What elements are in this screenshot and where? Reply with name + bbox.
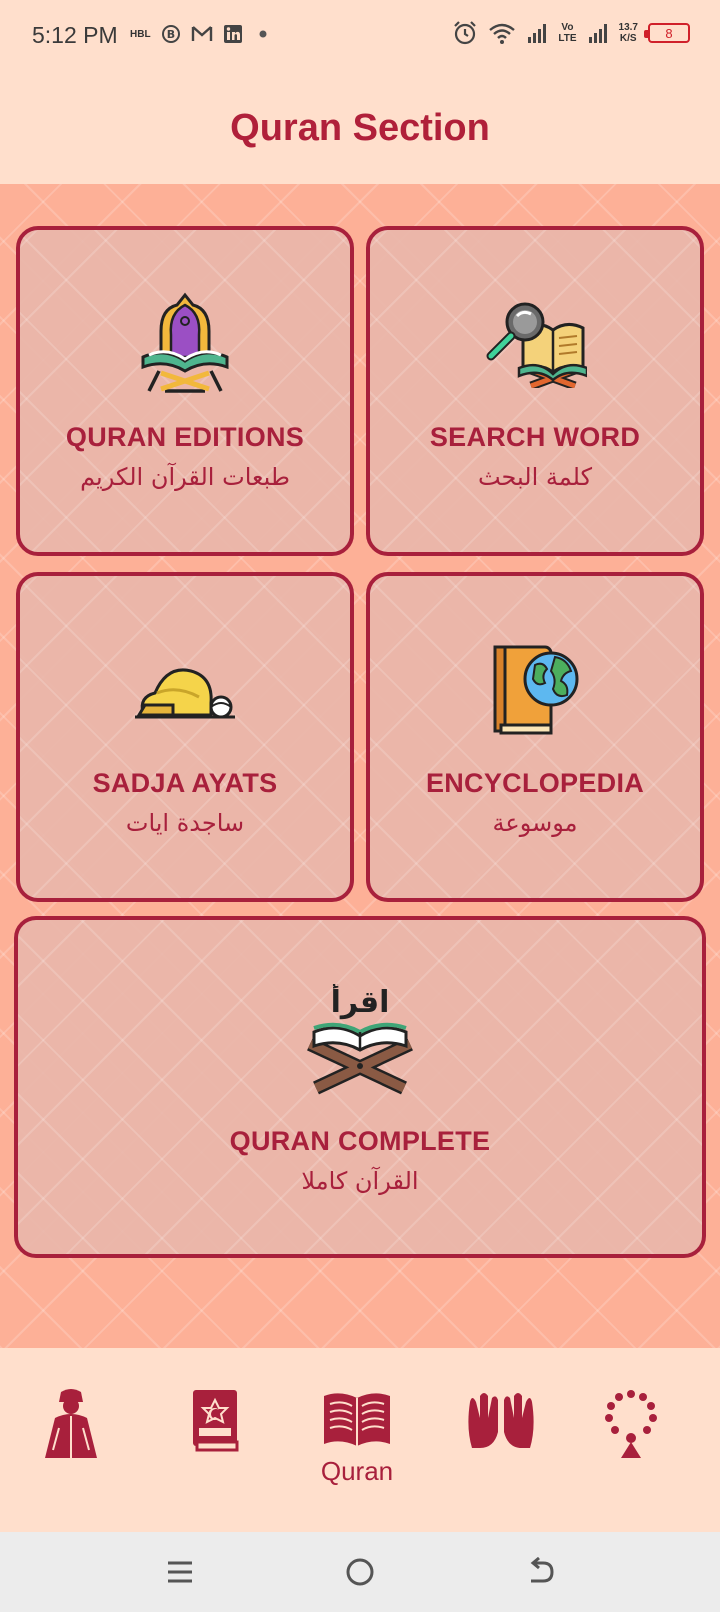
dua-hands-icon xyxy=(468,1393,534,1448)
quran-editions-card[interactable]: QURAN EDITIONS طبعات القرآن الكريم xyxy=(16,226,354,556)
nav-item-tasbih[interactable] xyxy=(586,1388,676,1508)
main-content: QURAN EDITIONS طبعات القرآن الكريم SEARC… xyxy=(0,184,720,1348)
quran-stand-icon xyxy=(130,288,240,398)
nav-label-quran: Quran xyxy=(320,1456,394,1486)
gmail-icon xyxy=(191,26,212,41)
card-title: QURAN EDITIONS xyxy=(65,422,305,452)
status-right-icons: Vo LTE 13.7 K/S 8 xyxy=(452,20,690,46)
card-title: ENCYCLOPEDIA xyxy=(425,768,645,798)
volte-indicator: Vo LTE xyxy=(558,22,577,44)
title-bar: Quran Section xyxy=(0,72,720,184)
alarm-icon xyxy=(454,21,477,45)
system-navigation-bar xyxy=(0,1532,720,1612)
card-subtitle: القرآن كاملا xyxy=(301,1167,419,1195)
iqra-quran-icon: اقرأ xyxy=(295,980,425,1100)
open-quran-icon xyxy=(324,1393,390,1446)
card-title: SEARCH WORD xyxy=(429,422,641,452)
menu-icon xyxy=(168,1561,192,1583)
svg-text:اقرأ: اقرأ xyxy=(331,984,390,1020)
card-subtitle: كلمة البحث xyxy=(477,463,593,491)
battery-indicator: 8 xyxy=(644,23,690,43)
card-title: QURAN COMPLETE xyxy=(229,1126,491,1156)
nav-item-hajj[interactable] xyxy=(26,1388,116,1508)
encyclopedia-card[interactable]: ENCYCLOPEDIA موسوعة xyxy=(366,572,704,902)
card-subtitle: موسوعة xyxy=(492,809,578,837)
signal-icon xyxy=(528,24,547,43)
search-word-card[interactable]: SEARCH WORD كلمة البحث xyxy=(366,226,704,556)
bottom-navigation: Quran xyxy=(0,1348,720,1532)
network-speed: 13.7 K/S xyxy=(618,22,638,44)
home-circle-icon xyxy=(346,1558,374,1586)
dot-icon xyxy=(259,30,267,38)
back-button[interactable] xyxy=(518,1552,562,1592)
home-button[interactable] xyxy=(338,1552,382,1592)
menu-button[interactable] xyxy=(158,1552,202,1592)
quran-complete-card[interactable]: اقرأ QURAN COMPLETE القرآن كاملا xyxy=(14,916,706,1258)
card-subtitle: ساجدة ايات xyxy=(125,809,245,837)
signal-icon-2 xyxy=(588,24,607,43)
hajj-person-icon xyxy=(45,1389,97,1458)
hbl-icon: HBL xyxy=(130,28,151,40)
prostration-icon xyxy=(130,634,240,744)
globe-book-icon xyxy=(480,634,590,744)
magnifier-book-icon xyxy=(480,288,590,398)
svg-text:B: B xyxy=(166,28,174,41)
nav-item-quran[interactable]: Quran xyxy=(312,1388,402,1508)
b-icon: B xyxy=(161,25,180,43)
sadja-ayats-card[interactable]: SADJA AYATS ساجدة ايات xyxy=(16,572,354,902)
nav-item-dua[interactable] xyxy=(456,1388,546,1508)
linkedin-icon xyxy=(223,25,242,43)
nav-item-prayer-book[interactable] xyxy=(170,1388,260,1508)
wifi-icon xyxy=(489,23,516,44)
status-time: 5:12 PM xyxy=(32,22,118,48)
status-bar: 5:12 PM HBL B Vo LTE 13.7 K/S 8 xyxy=(0,0,720,72)
status-left-icons: HBL B xyxy=(130,24,273,44)
tasbih-icon xyxy=(605,1390,657,1458)
card-title: SADJA AYATS xyxy=(92,768,278,798)
card-subtitle: طبعات القرآن الكريم xyxy=(80,463,290,491)
prayer-book-icon xyxy=(193,1390,239,1452)
back-icon xyxy=(530,1557,554,1583)
page-title: Quran Section xyxy=(230,106,490,149)
